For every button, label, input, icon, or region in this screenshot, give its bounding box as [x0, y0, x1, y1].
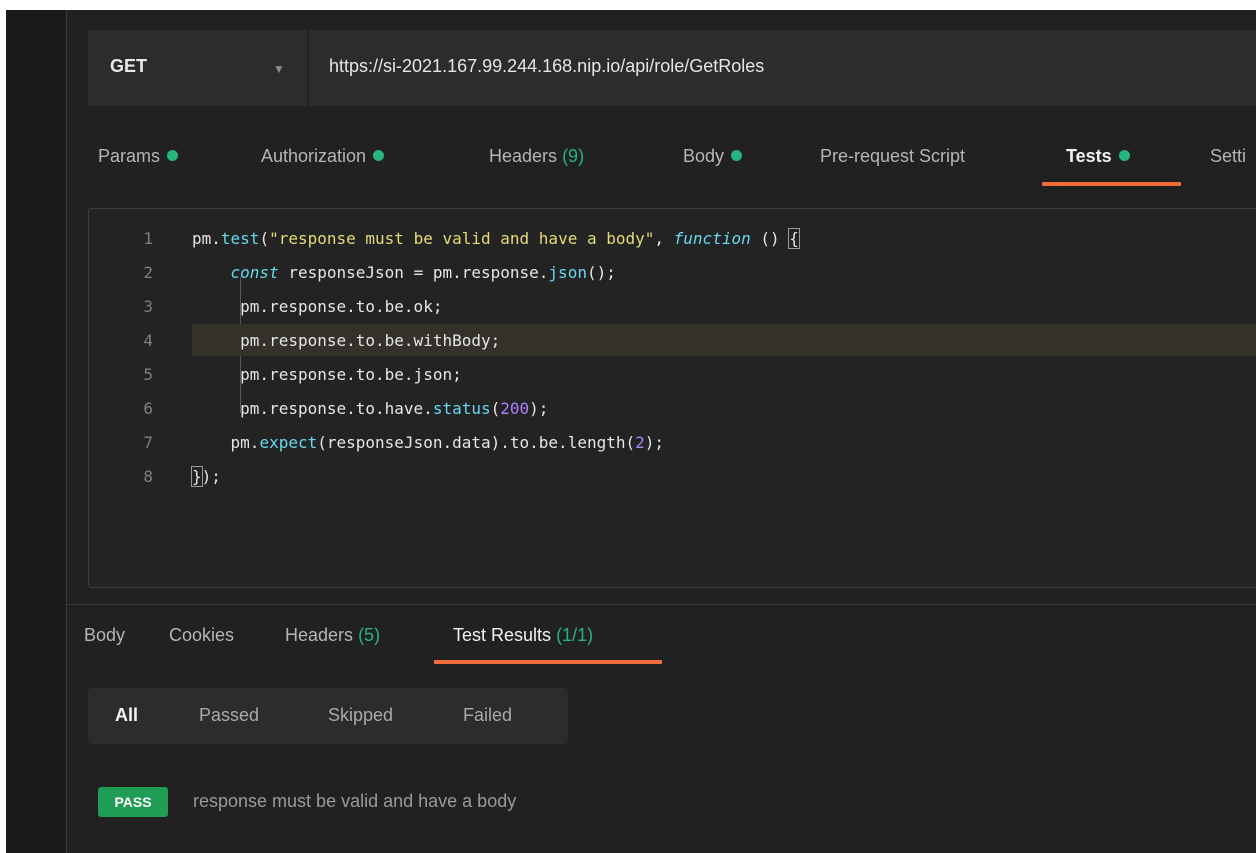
code-text: pm.test("response must be valid and have… — [192, 228, 800, 249]
code-line: 6 pm.response.to.have.status(200); — [89, 391, 1256, 425]
status-dot — [167, 150, 179, 161]
tab-label: Tests — [1066, 146, 1112, 166]
active-tab-indicator — [1042, 182, 1181, 186]
response-tab-body[interactable]: Body — [84, 625, 125, 646]
code-line: 2 const responseJson = pm.response.json(… — [89, 255, 1256, 289]
code-text: pm.expect(responseJson.data).to.be.lengt… — [192, 433, 665, 452]
test-result-name: response must be valid and have a body — [193, 791, 517, 811]
line-number: 1 — [143, 229, 153, 248]
code-token: () — [750, 229, 790, 248]
code-token: pm.response.to.be.ok; — [192, 297, 443, 316]
code-text: }); — [191, 466, 221, 487]
code-token: (); — [586, 263, 616, 282]
tab-settings[interactable]: Setti — [1210, 146, 1246, 167]
code-token: ); — [201, 467, 221, 486]
code-token: const — [230, 263, 279, 282]
tab-body[interactable]: Body — [683, 146, 743, 167]
tab-count: (9) — [562, 146, 585, 166]
status-dot — [1118, 150, 1130, 161]
code-line: 3 pm.response.to.be.ok; — [89, 289, 1256, 323]
tab-label: Body — [84, 625, 126, 645]
code-line: 5 pm.response.to.be.json; — [89, 357, 1256, 391]
code-line: 4 pm.response.to.be.withBody; — [89, 323, 1256, 357]
tab-label: Authorization — [261, 146, 367, 166]
code-text: pm.response.to.be.json; — [192, 365, 462, 384]
code-token: ); — [644, 433, 665, 452]
test-script-editor[interactable]: 1 pm.test("response must be valid and hav… — [88, 208, 1256, 588]
status-badge: PASS — [98, 787, 168, 817]
tab-label: Headers — [489, 146, 558, 166]
response-tab-headers[interactable]: Headers (5) — [285, 625, 380, 646]
request-bar: GET ▼ https://si-2021.167.99.244.168.nip… — [88, 30, 1256, 106]
code-token: ( — [490, 399, 501, 418]
code-token: 2 — [635, 433, 645, 452]
pane-divider[interactable] — [66, 604, 1256, 605]
code-token: status — [432, 399, 491, 418]
filter-passed[interactable]: Passed — [199, 705, 259, 726]
chevron-down-icon: ▼ — [273, 62, 285, 76]
filter-skipped[interactable]: Skipped — [328, 705, 393, 726]
code-line: 8}); — [89, 459, 1256, 493]
status-dot — [373, 150, 385, 161]
tab-params[interactable]: Params — [98, 146, 179, 167]
tab-label: Test Results — [453, 625, 552, 645]
line-number: 6 — [143, 399, 153, 418]
active-response-tab-indicator — [434, 660, 662, 664]
code-token: { — [788, 228, 800, 249]
tab-label: Params — [98, 146, 161, 166]
code-token: pm. — [192, 229, 221, 248]
left-sidebar — [6, 10, 67, 853]
code-line: 7 pm.expect(responseJson.data).to.be.len… — [89, 425, 1256, 459]
app-window: GET ▼ https://si-2021.167.99.244.168.nip… — [6, 10, 1256, 853]
filter-all[interactable]: All — [115, 705, 138, 726]
tab-label: Cookies — [169, 625, 235, 645]
method-label: GET — [110, 56, 148, 76]
code-token: expect — [259, 433, 318, 452]
tab-label: Setti — [1210, 146, 1247, 166]
code-token: pm.response.to.be.withBody; — [192, 331, 501, 350]
code-token: 200 — [500, 399, 530, 418]
code-token: "response must be valid and have a body" — [269, 229, 655, 248]
tab-label: Headers — [285, 625, 354, 645]
code-token: (responseJson.data).to.be.length( — [317, 433, 636, 452]
code-token: pm.response.to.be.json; — [192, 365, 462, 384]
line-number: 4 — [143, 331, 153, 350]
line-number: 8 — [143, 467, 153, 486]
line-number: 2 — [143, 263, 153, 282]
tab-authorization[interactable]: Authorization — [261, 146, 385, 167]
url-input[interactable]: https://si-2021.167.99.244.168.nip.io/ap… — [329, 56, 764, 77]
line-number: 5 — [143, 365, 153, 384]
tab-count: (1/1) — [556, 625, 594, 645]
tab-pre-request-script[interactable]: Pre-request Script — [820, 146, 965, 167]
tab-headers[interactable]: Headers (9) — [489, 146, 584, 167]
method-select[interactable]: GET ▼ — [88, 30, 309, 106]
response-tab-test-results[interactable]: Test Results (1/1) — [453, 625, 593, 646]
code-text: pm.response.to.be.ok; — [192, 297, 442, 316]
code-token: function — [673, 229, 751, 248]
tab-label: Pre-request Script — [820, 146, 966, 166]
line-number: 3 — [143, 297, 153, 316]
result-filter-bar: All Passed Skipped Failed — [88, 688, 568, 744]
code-token: pm.response.to.have. — [192, 399, 433, 418]
tab-tests[interactable]: Tests — [1066, 146, 1130, 167]
tab-count: (5) — [358, 625, 381, 645]
code-token: test — [220, 229, 260, 248]
code-token: json — [548, 263, 587, 282]
filter-failed[interactable]: Failed — [463, 705, 512, 726]
code-text: pm.response.to.be.withBody; — [192, 331, 500, 350]
code-token: ( — [259, 229, 270, 248]
code-token: pm. — [192, 433, 260, 452]
code-line: 1 pm.test("response must be valid and hav… — [89, 221, 1256, 255]
code-token: ); — [529, 399, 549, 418]
code-token: responseJson = pm.response. — [278, 263, 549, 282]
code-token: } — [191, 466, 203, 487]
status-dot — [731, 150, 743, 161]
response-tab-cookies[interactable]: Cookies — [169, 625, 234, 646]
line-number: 7 — [143, 433, 153, 452]
tab-label: Body — [683, 146, 725, 166]
code-text: const responseJson = pm.response.json(); — [192, 263, 616, 282]
code-text: pm.response.to.have.status(200); — [192, 399, 548, 418]
code-token: , — [654, 229, 674, 248]
